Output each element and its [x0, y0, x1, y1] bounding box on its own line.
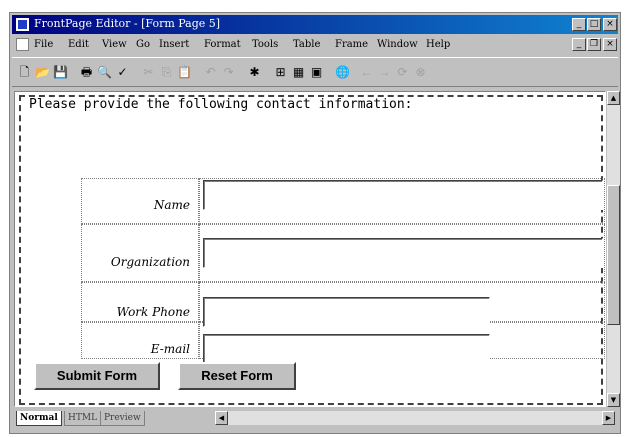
- scroll-left-icon[interactable]: ◀: [215, 411, 228, 425]
- print-preview-icon[interactable]: 🔍: [96, 64, 113, 80]
- email-field[interactable]: [203, 334, 490, 364]
- organization-label-cell: [81, 224, 199, 282]
- name-label: Name: [153, 198, 190, 212]
- vertical-scroll-thumb[interactable]: [607, 185, 620, 325]
- save-icon[interactable]: 💾: [52, 64, 69, 80]
- scroll-up-icon[interactable]: ▲: [607, 91, 620, 105]
- cut-icon[interactable]: ✂: [140, 64, 157, 80]
- frontpage-app-icon[interactable]: [16, 18, 29, 31]
- form-intro-text: Please provide the following contact inf…: [29, 97, 413, 112]
- print-icon[interactable]: 🖶: [78, 64, 95, 80]
- open-icon[interactable]: 📂: [34, 64, 51, 80]
- menu-insert[interactable]: Insert: [159, 39, 189, 50]
- title-bar[interactable]: FrontPage Editor - [Form Page 5] _ □ ×: [12, 15, 618, 34]
- webbot-icon[interactable]: ✱: [246, 64, 263, 80]
- maximize-button[interactable]: □: [587, 18, 601, 31]
- insert-image-icon[interactable]: ▦: [290, 64, 307, 80]
- minimize-button[interactable]: _: [572, 18, 586, 31]
- email-label: E-mail: [150, 342, 190, 356]
- standard-toolbar: 🗋 📂 💾 🖶 🔍 ✓ ✂ ⎘ 📋 ↶ ↷ ✱ ⊞ ▦ ▣ 🌐 ← → ⟳ ⊗: [12, 57, 618, 87]
- insert-hyperlink-icon[interactable]: ▣: [308, 64, 325, 80]
- menu-edit[interactable]: Edit: [68, 39, 89, 50]
- doc-close-button[interactable]: ×: [603, 38, 617, 51]
- work-phone-field[interactable]: [203, 297, 490, 327]
- page-editor[interactable]: Please provide the following contact inf…: [14, 91, 606, 407]
- frontpage-window: FrontPage Editor - [Form Page 5] _ □ × F…: [9, 12, 621, 434]
- tab-html[interactable]: HTML: [64, 411, 102, 426]
- name-field[interactable]: [203, 180, 603, 210]
- menu-go[interactable]: Go: [136, 39, 150, 50]
- paste-icon[interactable]: 📋: [176, 64, 193, 80]
- spell-check-icon[interactable]: ✓: [114, 64, 131, 80]
- scroll-right-icon[interactable]: ▶: [602, 411, 615, 425]
- work-phone-label: Work Phone: [116, 305, 190, 319]
- menu-bar: File Edit View Go Insert Format Tools Ta…: [12, 35, 618, 55]
- menu-help[interactable]: Help: [426, 39, 450, 50]
- tab-preview[interactable]: Preview: [100, 411, 145, 426]
- window-title: FrontPage Editor - [Form Page 5]: [34, 17, 221, 30]
- undo-icon[interactable]: ↶: [202, 64, 219, 80]
- refresh-icon[interactable]: ⟳: [394, 64, 411, 80]
- menu-table[interactable]: Table: [293, 39, 320, 50]
- organization-label: Organization: [110, 255, 190, 269]
- vertical-scrollbar[interactable]: ▲ ▼: [607, 91, 620, 407]
- menu-frame[interactable]: Frame: [335, 39, 368, 50]
- view-bar: Normal HTML Preview ◀ ▶: [12, 409, 618, 431]
- scroll-down-icon[interactable]: ▼: [607, 393, 620, 407]
- forward-icon[interactable]: →: [376, 64, 393, 80]
- menu-view[interactable]: View: [102, 39, 127, 50]
- menu-tools[interactable]: Tools: [252, 39, 278, 50]
- horizontal-scrollbar[interactable]: ◀ ▶: [215, 411, 615, 425]
- submit-form-button[interactable]: Submit Form: [34, 362, 160, 390]
- menu-file[interactable]: File: [34, 39, 53, 50]
- redo-icon[interactable]: ↷: [220, 64, 237, 80]
- tab-normal[interactable]: Normal: [16, 411, 62, 426]
- doc-restore-button[interactable]: ❐: [587, 38, 601, 51]
- document-icon[interactable]: [16, 38, 29, 51]
- organization-field[interactable]: [203, 238, 603, 268]
- close-button[interactable]: ×: [603, 18, 617, 31]
- stop-icon[interactable]: ⊗: [412, 64, 429, 80]
- copy-icon[interactable]: ⎘: [158, 64, 175, 80]
- doc-minimize-button[interactable]: _: [572, 38, 586, 51]
- back-icon[interactable]: ←: [358, 64, 375, 80]
- reset-form-button[interactable]: Reset Form: [178, 362, 296, 390]
- menu-window[interactable]: Window: [377, 39, 418, 50]
- globe-icon[interactable]: 🌐: [334, 64, 351, 80]
- new-icon[interactable]: 🗋: [16, 64, 33, 80]
- insert-table-icon[interactable]: ⊞: [272, 64, 289, 80]
- menu-format[interactable]: Format: [204, 39, 241, 50]
